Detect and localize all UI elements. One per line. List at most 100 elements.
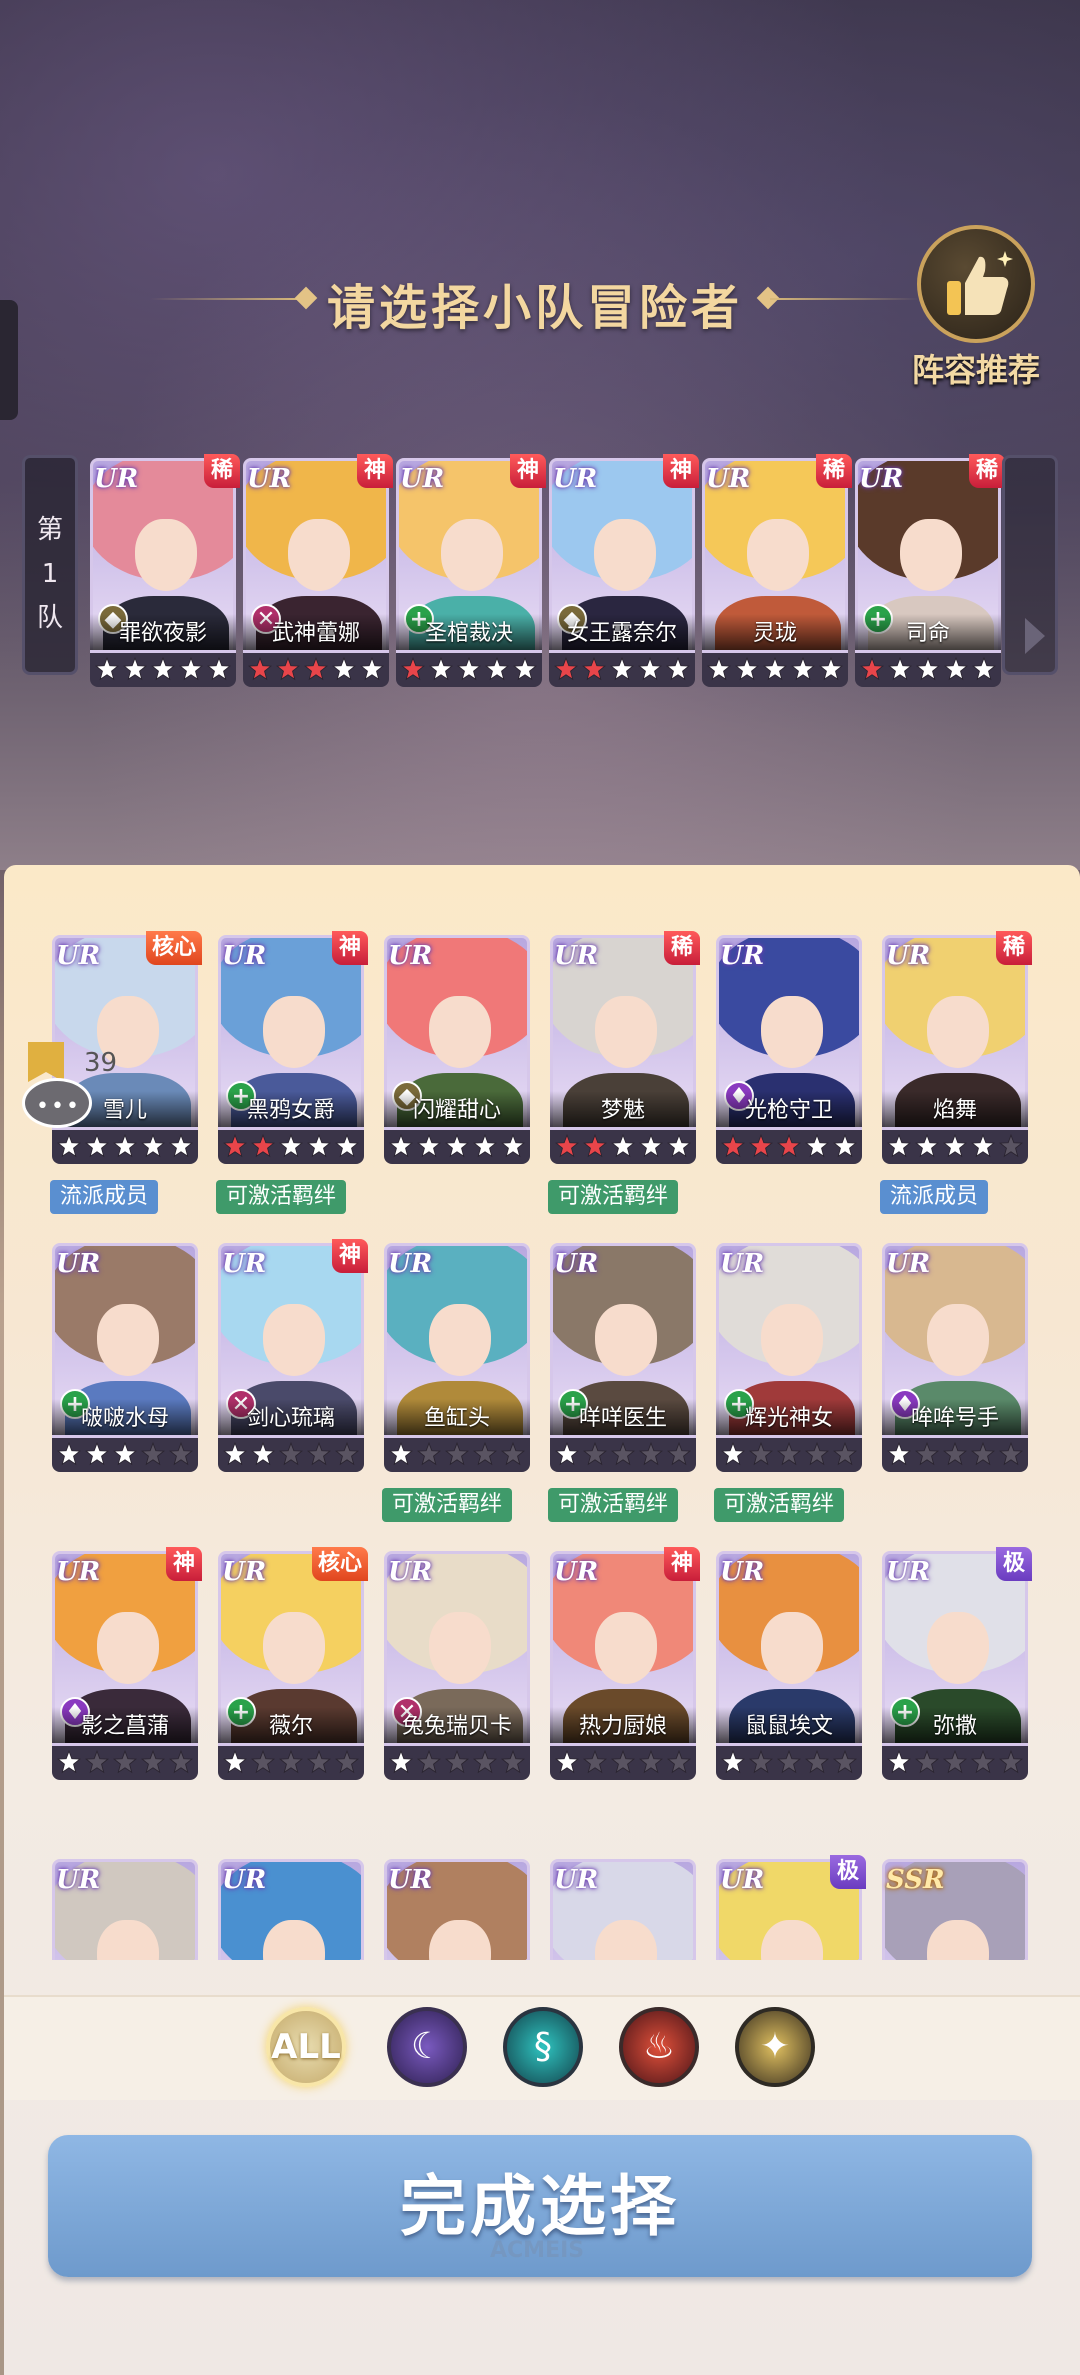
- rarity-label: UR: [554, 1865, 599, 1895]
- hero-card[interactable]: UR 鼠鼠埃文: [716, 1551, 862, 1783]
- star-icon: [666, 1441, 692, 1467]
- rarity-label: UR: [94, 464, 139, 494]
- filter-fire-button[interactable]: ♨: [619, 2007, 699, 2087]
- title-divider-left: [150, 298, 300, 300]
- portrait-face: [429, 1304, 491, 1376]
- hero-card[interactable]: UR♦光枪守卫: [716, 935, 862, 1167]
- star-icon: [554, 1749, 580, 1775]
- team-member-card[interactable]: UR稀+司命: [855, 454, 1005, 690]
- rarity-label: UR: [56, 941, 101, 971]
- star-icon: [832, 1133, 858, 1159]
- star-icon: [168, 1749, 194, 1775]
- filter-wind-button[interactable]: §: [503, 2007, 583, 2087]
- hero-card[interactable]: UR 极: [716, 1855, 866, 1960]
- portrait-face: [288, 519, 350, 591]
- star-icon: [388, 1749, 414, 1775]
- portrait-face: [263, 996, 325, 1068]
- star-icon: [610, 1441, 636, 1467]
- hero-card[interactable]: UR 神热力厨娘: [550, 1547, 700, 1783]
- bond-available-tag: 可激活羁绊: [548, 1180, 679, 1214]
- star-icon: [428, 656, 454, 682]
- hero-card[interactable]: UR核心+薇尔: [218, 1547, 368, 1783]
- hero-card[interactable]: UR神✕剑心琉璃: [218, 1239, 368, 1475]
- hero-name: 影之菖蒲: [52, 1707, 198, 1743]
- hero-card[interactable]: UR+啵啵水母: [52, 1243, 198, 1475]
- star-icon: [331, 656, 357, 682]
- next-team-button[interactable]: [1002, 455, 1058, 675]
- hero-card[interactable]: UR神+黑鸦女爵: [218, 931, 368, 1167]
- hero-card[interactable]: UR+辉光神女: [716, 1243, 862, 1475]
- hero-name: 梦魅: [550, 1091, 696, 1127]
- star-icon: [762, 656, 788, 682]
- star-rating: [550, 1130, 696, 1164]
- star-icon: [914, 1441, 940, 1467]
- star-icon: [206, 656, 232, 682]
- hero-card[interactable]: SSR: [882, 1859, 1028, 1960]
- star-icon: [168, 1133, 194, 1159]
- star-icon: [400, 656, 426, 682]
- hero-badge: 神: [166, 1547, 202, 1581]
- team-member-card[interactable]: UR神◆女王露奈尔: [549, 454, 699, 690]
- portrait-face: [761, 1612, 823, 1684]
- star-icon: [637, 656, 663, 682]
- hero-name: 光枪守卫: [716, 1091, 862, 1127]
- team-member-card[interactable]: UR稀◆罪欲夜影: [90, 454, 240, 690]
- chat-count: 39: [84, 1048, 118, 1078]
- team-member-card[interactable]: UR神+圣棺裁决: [396, 454, 546, 690]
- hero-card[interactable]: UR极+弥撒: [882, 1547, 1032, 1783]
- hero-card[interactable]: UR神♦影之菖蒲: [52, 1547, 202, 1783]
- team-number-tab[interactable]: 第 1 队: [22, 455, 78, 675]
- hero-card[interactable]: UR◆闪耀甜心: [384, 935, 530, 1167]
- hero-name: 焰舞: [882, 1091, 1028, 1127]
- hero-card[interactable]: UR: [218, 1859, 364, 1960]
- star-rating: [882, 1130, 1028, 1164]
- star-icon: [178, 656, 204, 682]
- star-rating: [384, 1130, 530, 1164]
- star-icon: [582, 1749, 608, 1775]
- hero-badge: 神: [664, 1547, 700, 1581]
- bond-available-tag: 可激活羁绊: [216, 1180, 347, 1214]
- star-rating: [549, 653, 695, 687]
- fire-element-icon: ♨: [642, 2026, 676, 2067]
- team-member-card[interactable]: UR神✕武神蕾娜: [243, 454, 393, 690]
- hero-badge: 神: [332, 931, 368, 965]
- star-icon: [472, 1133, 498, 1159]
- star-icon: [500, 1749, 526, 1775]
- floating-chat-widget[interactable]: 39 •••: [16, 1042, 126, 1142]
- hero-badge: 神: [332, 1239, 368, 1273]
- hero-card[interactable]: UR♦哞哞号手: [882, 1243, 1028, 1475]
- star-icon: [444, 1441, 470, 1467]
- hero-name: 鱼缸头: [384, 1399, 530, 1435]
- star-icon: [998, 1133, 1024, 1159]
- hero-card[interactable]: UR: [550, 1859, 696, 1960]
- hero-card[interactable]: UR✕兔兔瑞贝卡: [384, 1551, 530, 1783]
- star-icon: [140, 1441, 166, 1467]
- hero-card[interactable]: UR: [384, 1859, 530, 1960]
- hero-card[interactable]: UR 稀焰舞: [882, 931, 1032, 1167]
- rarity-label: UR: [222, 1249, 267, 1279]
- hero-card[interactable]: UR: [52, 1859, 198, 1960]
- star-icon: [970, 1441, 996, 1467]
- hero-card[interactable]: UR 鱼缸头: [384, 1243, 530, 1475]
- rarity-label: UR: [859, 464, 904, 494]
- star-icon: [734, 656, 760, 682]
- star-icon: [222, 1133, 248, 1159]
- filter-light-button[interactable]: ✦: [735, 2007, 815, 2087]
- team-member-card[interactable]: UR 稀灵珑: [702, 454, 852, 690]
- star-icon: [943, 656, 969, 682]
- star-icon: [222, 1749, 248, 1775]
- star-icon: [638, 1133, 664, 1159]
- hero-name: 女王露奈尔: [549, 614, 695, 650]
- rarity-label: UR: [706, 464, 751, 494]
- star-icon: [971, 656, 997, 682]
- portrait-face: [761, 1304, 823, 1376]
- star-icon: [275, 656, 301, 682]
- hero-card[interactable]: UR+咩咩医生: [550, 1243, 696, 1475]
- filter-moon-button[interactable]: ☾: [387, 2007, 467, 2087]
- star-icon: [140, 1133, 166, 1159]
- hero-card[interactable]: UR 稀梦魅: [550, 931, 700, 1167]
- filter-all-button[interactable]: ALL: [266, 2007, 346, 2087]
- portrait-face: [927, 996, 989, 1068]
- rarity-label: UR: [720, 941, 765, 971]
- lineup-recommend-button[interactable]: 阵容推荐: [908, 225, 1044, 389]
